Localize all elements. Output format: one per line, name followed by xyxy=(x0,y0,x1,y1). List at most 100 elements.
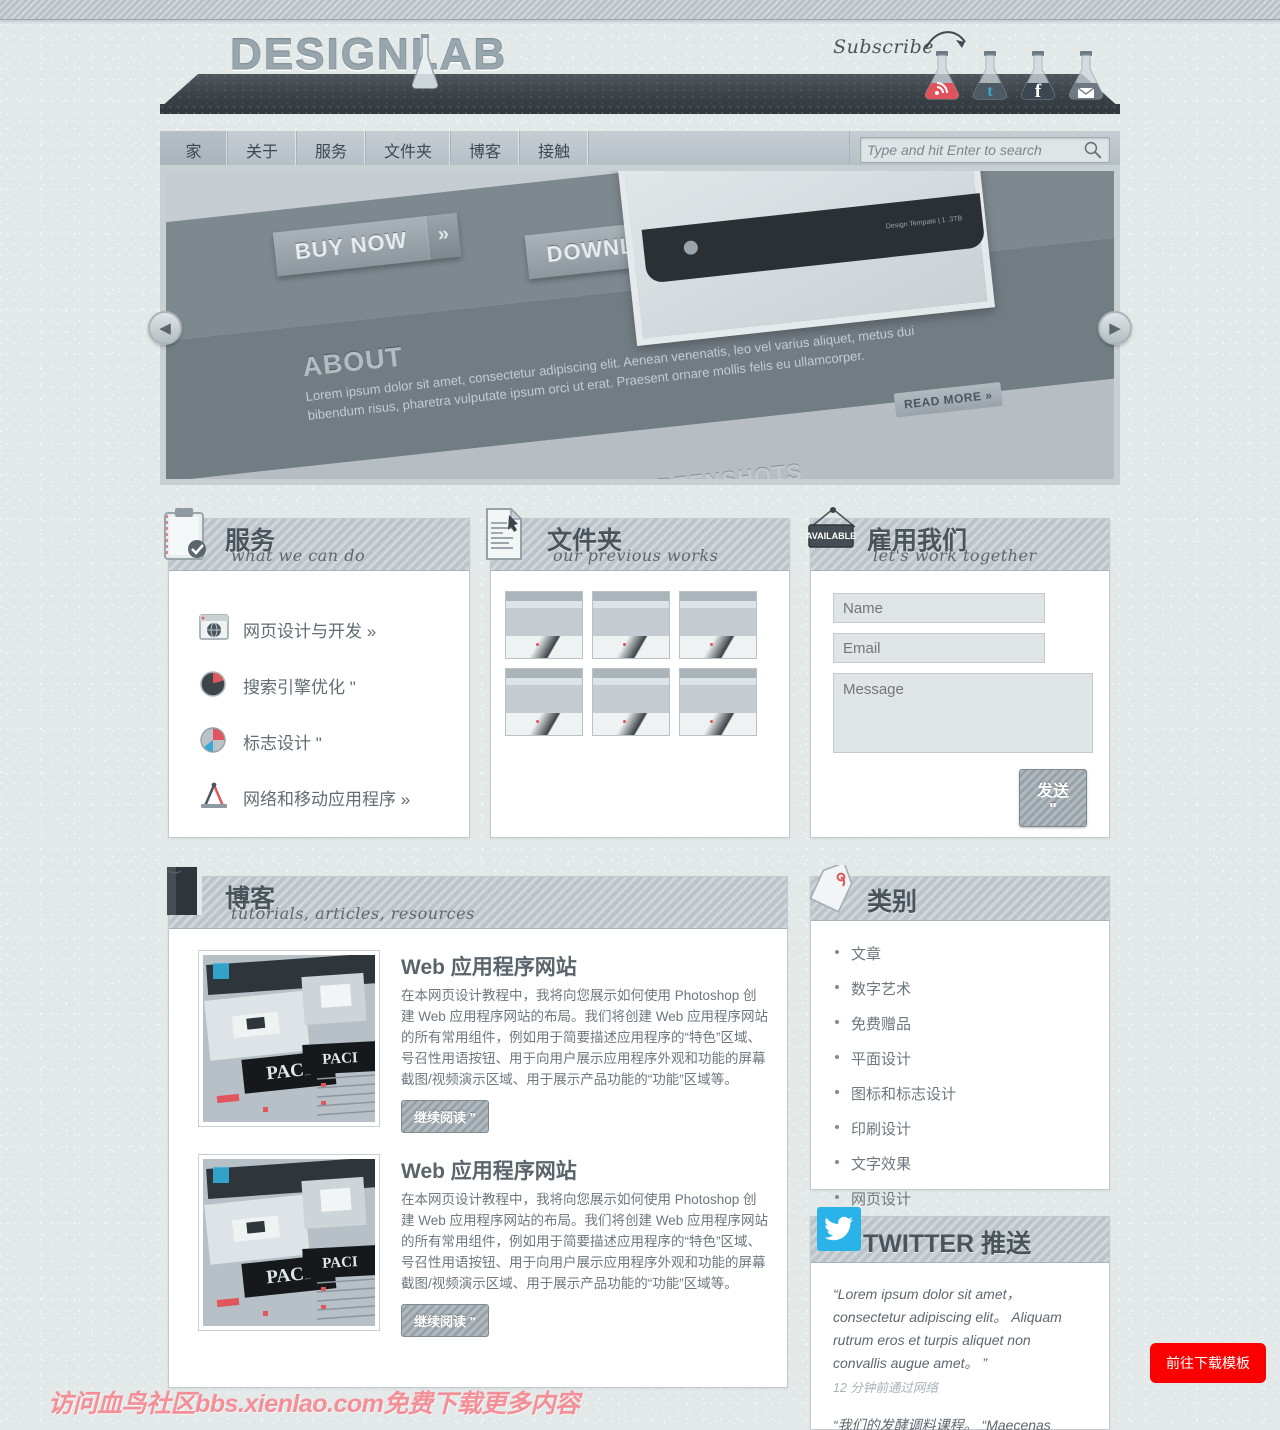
service-item-label: 网络和移动应用程序 » xyxy=(243,789,411,809)
hero-tilted-screenshot: gestas sem. Cras id elit dui. Praesent i… xyxy=(166,171,1114,479)
twitter-bird-icon[interactable] xyxy=(817,1207,861,1251)
svg-text:PACI: PACI xyxy=(322,1254,359,1272)
nav-item-about[interactable]: 关于 xyxy=(228,131,298,168)
search-box[interactable] xyxy=(860,136,1110,163)
hire-us-header: AVAILABLE 雇用我们 let's work together xyxy=(806,507,1109,571)
book-icon xyxy=(167,867,202,915)
service-item-mobile-apps[interactable]: 网络和移动应用程序 » xyxy=(199,769,469,825)
buy-now-chevron-icon: » xyxy=(424,212,462,260)
services-subtitle: what we can do xyxy=(231,546,366,565)
tag-icon xyxy=(809,865,853,913)
slider-next-button[interactable]: ▶ xyxy=(1098,311,1132,345)
hire-us-panel: AVAILABLE 雇用我们 let's work together 发送 " xyxy=(806,507,1110,838)
top-stripe-edge xyxy=(0,20,1280,24)
twitter-header: TWITTER 推送 xyxy=(811,1207,1109,1263)
category-item[interactable]: 印刷设计 xyxy=(835,1118,1109,1139)
blog-post-body: Web 应用程序网站 在本网页设计教程中，我将向您展示如何使用 Photosho… xyxy=(379,1155,769,1337)
rss-flask-icon[interactable] xyxy=(920,49,964,103)
search-input[interactable] xyxy=(867,141,1084,158)
service-item-label: 标志设计 " xyxy=(243,733,322,753)
search-area xyxy=(850,131,1120,168)
category-item[interactable]: 平面设计 xyxy=(835,1048,1109,1069)
send-button[interactable]: 发送 " xyxy=(1019,769,1087,827)
blog-post: PACI PACI Web 应用程序网站 在本网页设计教程中，我将向您展示如何使… xyxy=(169,1133,787,1337)
service-item-logo-design[interactable]: 标志设计 " xyxy=(199,713,469,769)
blog-subtitle: tutorials, articles, resources xyxy=(231,904,475,923)
twitter-title: TWITTER 推送 xyxy=(863,1230,1032,1258)
browser-globe-icon xyxy=(199,614,229,644)
portfolio-header: 文件夹 our previous works xyxy=(486,507,789,571)
search-icon[interactable] xyxy=(1083,140,1103,160)
subscribe-label: Subscribe xyxy=(833,36,934,58)
continue-reading-button[interactable]: 继续阅读 " xyxy=(401,1100,489,1133)
twitter-panel: TWITTER 推送 “Lorem ipsum dolor sit amet， … xyxy=(810,1207,1110,1430)
blog-post-thumbnail[interactable]: PACI PACI xyxy=(198,1154,380,1331)
twitter-flask-icon[interactable]: t xyxy=(968,49,1012,103)
services-panel: 服务 what we can do 网页设计与开发 » 搜索引擎优化 " 标志设… xyxy=(164,508,470,838)
portfolio-thumb[interactable] xyxy=(592,591,670,659)
hire-us-form: 发送 " xyxy=(811,571,1109,827)
nav-item-portfolio[interactable]: 文件夹 xyxy=(366,131,452,168)
email-flask-icon[interactable] xyxy=(1064,49,1108,103)
slider-prev-button[interactable]: ◀ xyxy=(148,311,182,345)
service-item-label: 网页设计与开发 » xyxy=(243,621,377,641)
document-cursor-icon xyxy=(486,507,523,560)
category-item[interactable]: 网页设计 xyxy=(835,1188,1109,1209)
blog-post-title[interactable]: Web 应用程序网站 xyxy=(401,951,769,981)
svg-text:AVAILABLE: AVAILABLE xyxy=(806,531,856,541)
service-item-web-design[interactable]: 网页设计与开发 » xyxy=(199,601,469,657)
download-template-button[interactable]: 前往下载模板 xyxy=(1150,1343,1266,1383)
nav-item-blog[interactable]: 博客 xyxy=(451,131,521,168)
category-item[interactable]: 免费赠品 xyxy=(835,1013,1109,1034)
tweet-text: “Lorem ipsum dolor sit amet， consectetur… xyxy=(833,1286,1062,1371)
categories-title: 类别 xyxy=(867,888,918,916)
portfolio-thumb[interactable] xyxy=(592,668,670,736)
top-stripe-bar xyxy=(0,0,1280,20)
watermark-text: 访问血鸟社区bbs.xienlao.com免费下载更多内容 xyxy=(48,1390,580,1418)
main-navigation: 家 关于 服务 文件夹 博客 接触 xyxy=(160,131,1120,169)
site-logo[interactable]: DESIGNLAB xyxy=(229,30,507,80)
categories-list: 文章 数字艺术 免费赠品 平面设计 图标和标志设计 印刷设计 文字效果 网页设计 xyxy=(811,921,1109,1209)
services-list: 网页设计与开发 » 搜索引擎优化 " 标志设计 " 网络和移动应用程序 » xyxy=(169,571,469,825)
hire-us-subtitle: let's work together xyxy=(873,546,1037,565)
portfolio-thumb[interactable] xyxy=(505,591,583,659)
blog-post-title[interactable]: Web 应用程序网站 xyxy=(401,1155,769,1185)
category-item[interactable]: 文章 xyxy=(835,943,1109,964)
portfolio-thumb[interactable] xyxy=(505,668,583,736)
nav-item-home[interactable]: 家 xyxy=(160,131,228,168)
blog-header: 博客 tutorials, articles, resources xyxy=(167,867,787,929)
category-item[interactable]: 图标和标志设计 xyxy=(835,1083,1109,1104)
categories-panel: 类别 文章 数字艺术 免费赠品 平面设计 图标和标志设计 印刷设计 文字效果 网… xyxy=(809,865,1110,1208)
blog-post-body: Web 应用程序网站 在本网页设计教程中，我将向您展示如何使用 Photosho… xyxy=(379,951,769,1133)
seo-sphere-icon xyxy=(199,670,229,700)
category-item[interactable]: 数字艺术 xyxy=(835,978,1109,999)
continue-reading-button[interactable]: 继续阅读 " xyxy=(401,1304,489,1337)
svg-text:PACI: PACI xyxy=(322,1050,359,1068)
site-header: DESIGNLAB Subscribe t f xyxy=(160,30,1120,124)
blog-post-thumbnail[interactable]: PACI PACI xyxy=(198,950,380,1127)
tweet-meta: 12 分钟前通过网络 xyxy=(833,1381,938,1395)
blog-panel: 博客 tutorials, articles, resources PACI P… xyxy=(167,867,788,1388)
svg-text:f: f xyxy=(1035,81,1042,102)
blog-post-text: 在本网页设计教程中，我将向您展示如何使用 Photoshop 创建 Web 应用… xyxy=(401,1192,769,1291)
hero-device-lens-icon xyxy=(683,239,699,256)
portfolio-thumb[interactable] xyxy=(679,668,757,736)
category-item[interactable]: 文字效果 xyxy=(835,1153,1109,1174)
service-item-seo[interactable]: 搜索引擎优化 " xyxy=(199,657,469,713)
svg-text:t: t xyxy=(987,83,993,100)
message-field[interactable] xyxy=(833,673,1093,753)
social-flask-list: t f xyxy=(920,49,1108,103)
logo-sphere-icon xyxy=(199,726,229,756)
email-field[interactable] xyxy=(833,633,1045,663)
blog-post-text: 在本网页设计教程中，我将向您展示如何使用 Photoshop 创建 Web 应用… xyxy=(401,988,769,1087)
twitter-feed: “Lorem ipsum dolor sit amet， consectetur… xyxy=(811,1263,1109,1430)
tweet-item: “我们的发酵调料课程。 “Maecenas vitae diam ac mass… xyxy=(833,1414,1083,1430)
facebook-flask-icon[interactable]: f xyxy=(1016,49,1060,103)
services-header: 服务 what we can do xyxy=(164,508,469,571)
hero-slider[interactable]: gestas sem. Cras id elit dui. Praesent i… xyxy=(160,165,1120,485)
name-field[interactable] xyxy=(833,593,1045,623)
nav-item-contact[interactable]: 接触 xyxy=(520,131,590,168)
portfolio-thumb[interactable] xyxy=(679,591,757,659)
nav-item-services[interactable]: 服务 xyxy=(297,131,367,168)
categories-header: 类别 xyxy=(809,865,1109,921)
